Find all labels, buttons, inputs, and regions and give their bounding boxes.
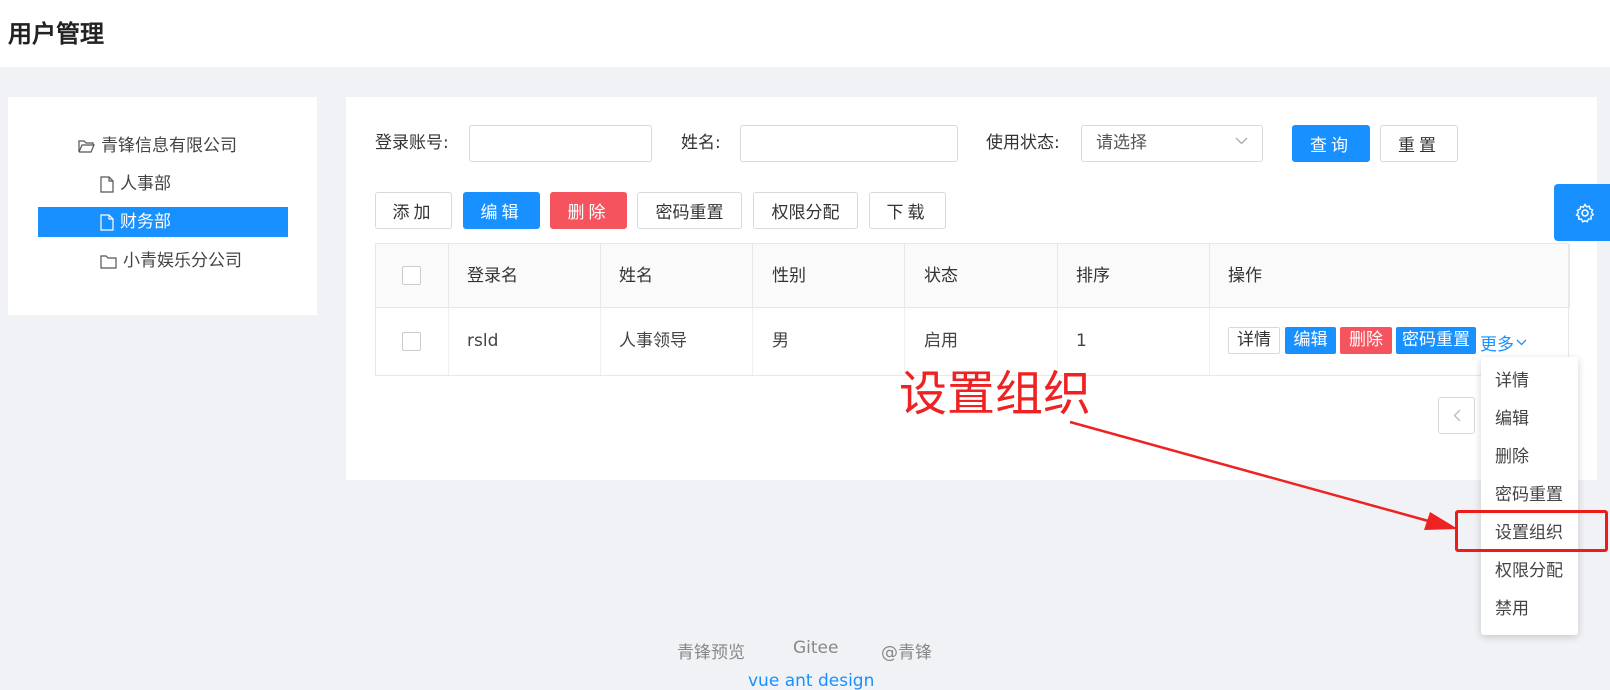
footer-link-preview[interactable]: 青锋预览 [677, 638, 745, 663]
annotation-arrow [1069, 420, 1458, 530]
footer-link-gitee[interactable]: Gitee [793, 638, 838, 658]
footer-link-author[interactable]: @青锋 [881, 638, 932, 663]
footer-subtitle[interactable]: vue ant design [748, 671, 874, 690]
annotation-highlight-box [1455, 510, 1608, 552]
